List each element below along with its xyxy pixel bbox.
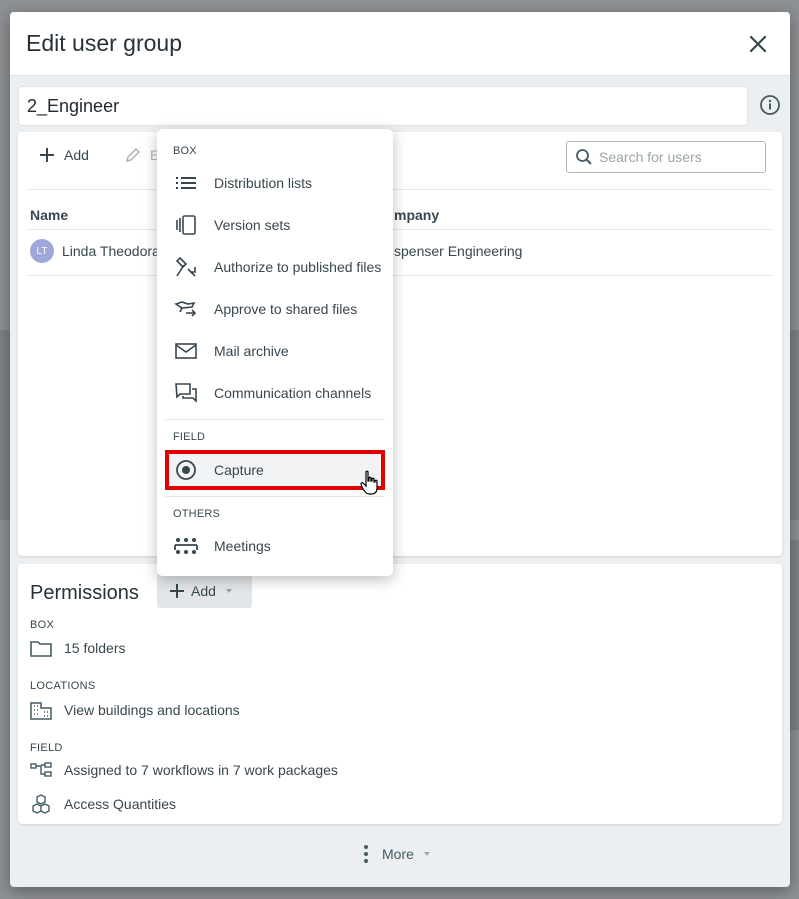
pencil-icon	[125, 147, 141, 163]
backdrop-strip	[790, 540, 799, 730]
permission-section-label: FIELD	[30, 742, 63, 754]
menu-item-label: Distribution lists	[214, 175, 313, 191]
menu-item-label: Communication channels	[214, 385, 372, 401]
plus-icon	[170, 584, 184, 598]
hand-cursor-icon	[360, 470, 378, 495]
user-search-box[interactable]	[566, 141, 766, 173]
kebab-icon	[364, 845, 368, 863]
menu-divider	[165, 419, 385, 420]
menu-item-capture[interactable]: Capture	[165, 450, 385, 490]
permission-item-label: Assigned to 7 workflows in 7 work packag…	[64, 762, 338, 778]
divider	[26, 189, 774, 190]
mail-icon	[175, 343, 197, 359]
permission-item-label: 15 folders	[64, 640, 126, 656]
menu-item-mail-archive[interactable]: Mail archive	[165, 331, 385, 371]
chat-icon	[175, 383, 197, 403]
permissions-title: Permissions	[30, 582, 139, 604]
permission-item-folders[interactable]: 15 folders	[30, 639, 125, 657]
menu-item-communication-channels[interactable]: Communication channels	[165, 373, 385, 413]
dialog-title: Edit user group	[26, 30, 182, 56]
list-icon	[176, 177, 196, 189]
meetings-icon	[174, 538, 198, 554]
close-icon	[749, 35, 767, 53]
add-user-label: Add	[64, 147, 89, 163]
backdrop-strip	[0, 330, 10, 520]
permission-section-label: LOCATIONS	[30, 680, 96, 692]
divider	[26, 229, 774, 230]
plus-icon	[40, 148, 54, 162]
permission-item-buildings[interactable]: View buildings and locations	[30, 700, 240, 720]
add-dropdown-menu: BOX Distribution lists Version sets Auth…	[157, 129, 393, 576]
menu-item-label: Meetings	[214, 538, 271, 554]
permissions-panel: Permissions Add BOX 15 folders LOCATIONS…	[18, 564, 782, 824]
menu-item-authorize-published-files[interactable]: Authorize to published files	[165, 247, 385, 287]
permission-item-quantities[interactable]: Access Quantities	[30, 794, 176, 814]
backdrop-strip	[790, 330, 799, 520]
edit-user-button[interactable]: E	[124, 146, 159, 164]
column-header-company: mpany	[394, 207, 440, 223]
capture-icon	[176, 460, 196, 480]
permission-item-label: View buildings and locations	[64, 702, 240, 718]
folder-icon	[30, 641, 52, 657]
search-icon	[576, 149, 592, 165]
workflow-icon	[30, 762, 52, 777]
menu-item-approve-shared-files[interactable]: Approve to shared files	[165, 289, 385, 329]
menu-section-label: BOX	[173, 145, 197, 157]
authorize-icon	[175, 256, 196, 277]
user-company-cell[interactable]: spenser Engineering	[394, 243, 522, 259]
more-label: More	[382, 846, 414, 862]
building-icon	[30, 702, 52, 720]
info-icon[interactable]	[759, 94, 781, 116]
permission-item-workflows[interactable]: Assigned to 7 workflows in 7 work packag…	[30, 762, 338, 778]
menu-item-label: Version sets	[214, 217, 291, 233]
close-button[interactable]	[746, 32, 770, 56]
caret-down-icon	[225, 589, 232, 593]
menu-item-meetings[interactable]: Meetings	[165, 526, 385, 566]
menu-item-label: Authorize to published files	[214, 259, 382, 275]
user-search-input[interactable]	[599, 149, 759, 165]
more-button[interactable]: More	[360, 844, 432, 864]
edit-user-group-dialog: Edit user group Add E Name mpany LT Lind…	[10, 12, 790, 887]
menu-item-distribution-lists[interactable]: Distribution lists	[165, 163, 385, 203]
permission-section-label: BOX	[30, 619, 55, 631]
add-user-button[interactable]: Add	[38, 146, 89, 164]
menu-section-label: FIELD	[173, 431, 206, 443]
column-header-name: Name	[30, 207, 69, 223]
cubes-icon	[32, 794, 50, 814]
permission-item-label: Access Quantities	[64, 796, 177, 812]
add-permission-button[interactable]: Add	[157, 574, 252, 608]
add-permission-label: Add	[191, 583, 216, 599]
avatar: LT	[30, 239, 54, 263]
version-sets-icon	[176, 215, 196, 235]
menu-divider	[165, 496, 385, 497]
user-name-cell[interactable]: Linda Theodora	[62, 243, 160, 259]
menu-section-label: OTHERS	[173, 508, 221, 520]
menu-item-label: Approve to shared files	[214, 301, 358, 317]
caret-down-icon	[423, 852, 430, 856]
menu-item-label: Mail archive	[214, 343, 289, 359]
approve-icon	[174, 301, 197, 317]
menu-item-label: Capture	[214, 462, 264, 478]
users-panel: Add E Name mpany LT Linda Theodora spens…	[18, 132, 782, 556]
divider	[26, 275, 774, 276]
group-name-input[interactable]	[18, 86, 748, 126]
dialog-header: Edit user group	[10, 12, 790, 76]
menu-item-version-sets[interactable]: Version sets	[165, 205, 385, 245]
